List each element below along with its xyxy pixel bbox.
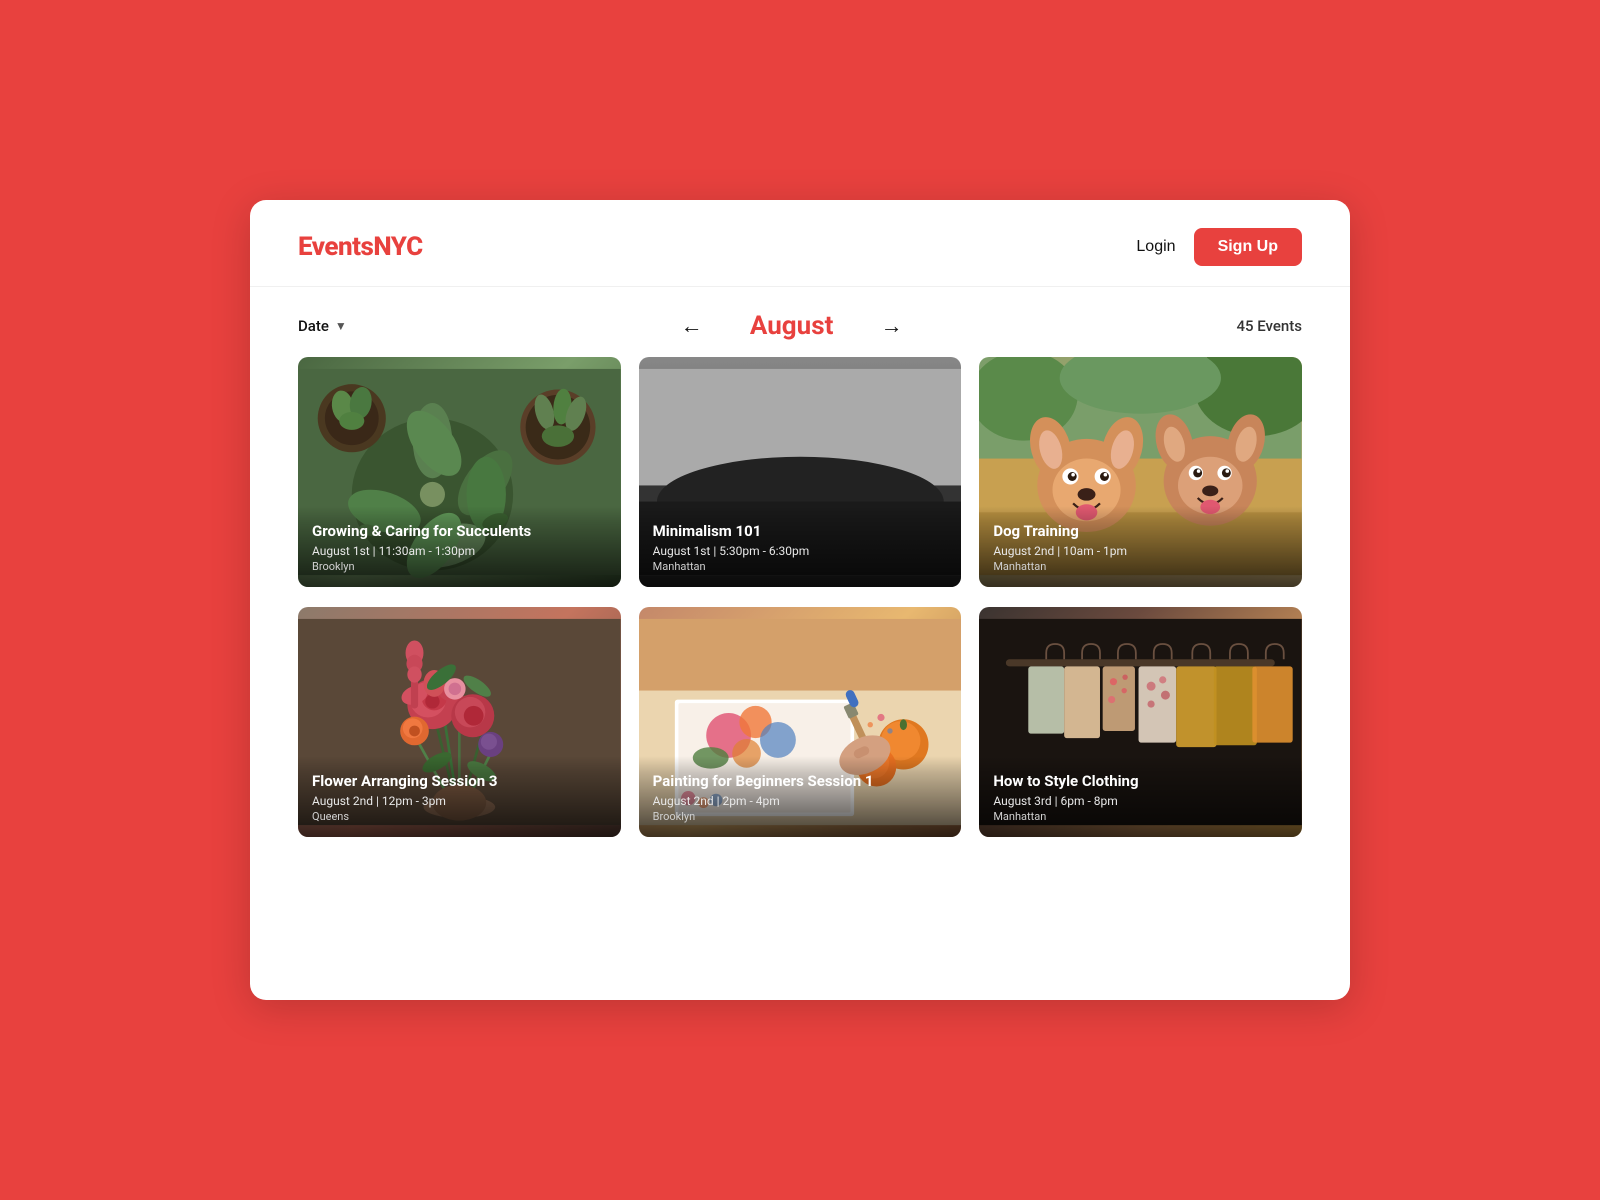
event-date-dog: August 2nd | 10am - 1pm bbox=[993, 544, 1288, 558]
event-card-minimalism[interactable]: Minimalism 101 August 1st | 5:30pm - 6:3… bbox=[639, 357, 962, 587]
event-title-flowers: Flower Arranging Session 3 bbox=[312, 772, 607, 790]
event-title-clothing: How to Style Clothing bbox=[993, 772, 1288, 790]
event-date-minimalism: August 1st | 5:30pm - 6:30pm bbox=[653, 544, 948, 558]
events-row-1: Growing & Caring for Succulents August 1… bbox=[298, 357, 1302, 587]
month-label: August bbox=[727, 311, 857, 341]
signup-button[interactable]: Sign Up bbox=[1194, 228, 1302, 266]
event-title-succulents: Growing & Caring for Succulents bbox=[312, 522, 607, 540]
prev-month-button[interactable]: ← bbox=[681, 315, 703, 337]
event-date-flowers: August 2nd | 12pm - 3pm bbox=[312, 794, 607, 808]
event-card-painting[interactable]: Painting for Beginners Session 1 August … bbox=[639, 607, 962, 837]
event-date-clothing: August 3rd | 6pm - 8pm bbox=[993, 794, 1288, 808]
header-actions: Login Sign Up bbox=[1136, 228, 1302, 266]
event-title-minimalism: Minimalism 101 bbox=[653, 522, 948, 540]
event-date-painting: August 2nd | 2pm - 4pm bbox=[653, 794, 948, 808]
logo: EventsNYC bbox=[298, 232, 423, 262]
card-overlay-flowers: Flower Arranging Session 3 August 2nd | … bbox=[298, 756, 621, 837]
controls-bar: Date ▼ ← August → 45 Events bbox=[250, 287, 1350, 357]
event-card-succulents[interactable]: Growing & Caring for Succulents August 1… bbox=[298, 357, 621, 587]
card-overlay-clothing: How to Style Clothing August 3rd | 6pm -… bbox=[979, 756, 1302, 837]
event-date-succulents: August 1st | 11:30am - 1:30pm bbox=[312, 544, 607, 558]
card-overlay-minimalism: Minimalism 101 August 1st | 5:30pm - 6:3… bbox=[639, 506, 962, 587]
event-location-dog: Manhattan bbox=[993, 560, 1288, 573]
header: EventsNYC Login Sign Up bbox=[250, 200, 1350, 287]
events-grid: Growing & Caring for Succulents August 1… bbox=[250, 357, 1350, 837]
events-count: 45 Events bbox=[1236, 317, 1302, 335]
event-title-dog: Dog Training bbox=[993, 522, 1288, 540]
card-overlay-painting: Painting for Beginners Session 1 August … bbox=[639, 756, 962, 837]
login-button[interactable]: Login bbox=[1136, 238, 1175, 256]
event-location-flowers: Queens bbox=[312, 810, 607, 823]
logo-text: Events bbox=[298, 232, 373, 262]
event-location-painting: Brooklyn bbox=[653, 810, 948, 823]
event-title-painting: Painting for Beginners Session 1 bbox=[653, 772, 948, 790]
event-location-minimalism: Manhattan bbox=[653, 560, 948, 573]
event-location-succulents: Brooklyn bbox=[312, 560, 607, 573]
event-location-clothing: Manhattan bbox=[993, 810, 1288, 823]
month-nav: ← August → bbox=[681, 311, 903, 341]
logo-accent: NYC bbox=[373, 232, 422, 262]
event-card-flowers[interactable]: Flower Arranging Session 3 August 2nd | … bbox=[298, 607, 621, 837]
events-row-2: Flower Arranging Session 3 August 2nd | … bbox=[298, 607, 1302, 837]
card-overlay-dog: Dog Training August 2nd | 10am - 1pm Man… bbox=[979, 506, 1302, 587]
chevron-down-icon: ▼ bbox=[335, 319, 347, 333]
app-container: EventsNYC Login Sign Up Date ▼ ← August … bbox=[250, 200, 1350, 1000]
next-month-button[interactable]: → bbox=[881, 315, 903, 337]
card-overlay-succulents: Growing & Caring for Succulents August 1… bbox=[298, 506, 621, 587]
event-card-clothing[interactable]: How to Style Clothing August 3rd | 6pm -… bbox=[979, 607, 1302, 837]
date-filter-label: Date bbox=[298, 317, 329, 335]
date-filter[interactable]: Date ▼ bbox=[298, 317, 347, 335]
event-card-dog[interactable]: Dog Training August 2nd | 10am - 1pm Man… bbox=[979, 357, 1302, 587]
